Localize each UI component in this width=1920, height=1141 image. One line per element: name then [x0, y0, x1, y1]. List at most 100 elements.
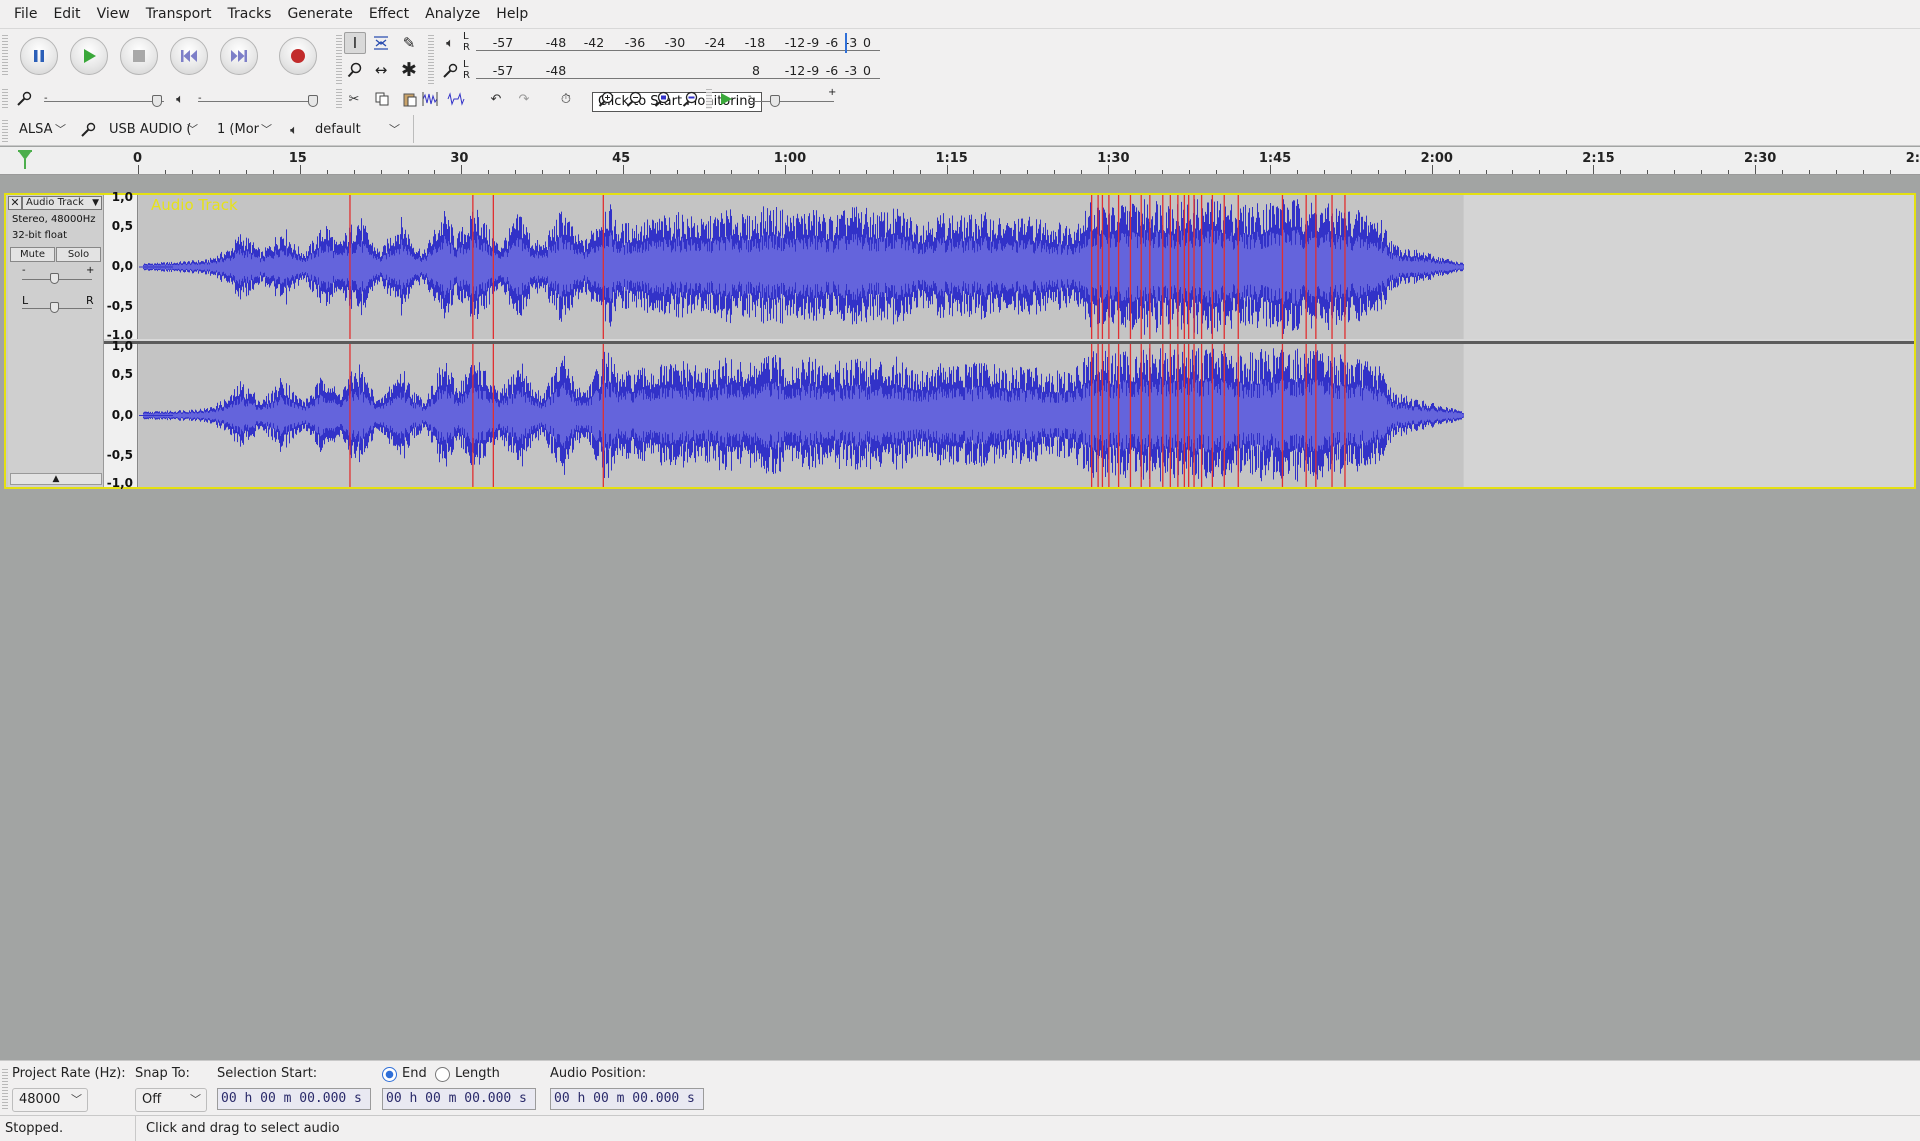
draw-tool[interactable]: ✎ — [398, 32, 420, 54]
selection-tool[interactable]: I — [344, 32, 366, 54]
record-volume-track[interactable] — [44, 101, 164, 102]
audio-track[interactable]: ✕ Audio Track ▼ Stereo, 48000Hz 32-bit f… — [4, 190, 1916, 490]
ruler-tick — [1781, 170, 1783, 174]
mixer-toolbar-grip[interactable] — [2, 87, 8, 109]
ruler-tick — [1269, 165, 1271, 174]
ruler-tick — [1539, 170, 1541, 174]
scale-label: 0,5 — [111, 367, 133, 382]
audio-position-field[interactable]: 00 h 00 m 00.000 s — [550, 1088, 704, 1110]
track-name-menu[interactable]: Audio Track ▼ — [22, 196, 102, 210]
playback-volume-track[interactable] — [198, 101, 316, 102]
ruler-label: 15 — [288, 151, 307, 166]
play-at-speed-button[interactable] — [716, 89, 736, 109]
collapse-track-button[interactable]: ▲ — [10, 473, 102, 485]
selection-start-field[interactable]: 00 h 00 m 00.000 s — [217, 1088, 371, 1110]
microphone-icon[interactable] — [440, 61, 460, 81]
pause-button[interactable] — [20, 37, 58, 75]
ruler-tick — [1377, 170, 1379, 174]
channel-1-waveform[interactable]: Audio Track — [139, 195, 1914, 339]
device-toolbar-grip[interactable] — [2, 118, 8, 142]
project-rate-label: Project Rate (Hz): — [12, 1066, 126, 1081]
record-volume-thumb[interactable] — [152, 95, 162, 107]
menu-analyze[interactable]: Analyze — [417, 6, 488, 22]
fit-selection-button[interactable] — [652, 89, 672, 109]
undo-button[interactable]: ↶ — [486, 89, 506, 109]
length-radio[interactable] — [435, 1067, 450, 1082]
zoom-in-button[interactable] — [596, 89, 616, 109]
fit-project-button[interactable] — [680, 89, 700, 109]
menu-file[interactable]: File — [6, 6, 45, 22]
meter-toolbar-grip[interactable] — [428, 33, 434, 85]
menu-tracks[interactable]: Tracks — [220, 6, 280, 22]
empty-track-region[interactable] — [1463, 195, 1914, 339]
recording-device-select[interactable]: USB AUDIO (﹀ — [102, 118, 204, 142]
record-meter-tick: -6 — [825, 63, 839, 78]
record-icon — [291, 49, 305, 63]
ruler-tick — [757, 170, 759, 174]
ruler-label: 2:15 — [1582, 151, 1615, 166]
gain-slider-thumb[interactable] — [50, 273, 59, 284]
timeline-ruler[interactable]: 0 15 30 45 1:00 1:15 1:30 1:45 2:00 2:15 2:30 2:45 — [0, 147, 1920, 175]
tools-toolbar-grip[interactable] — [336, 33, 342, 85]
ruler-tick — [1862, 170, 1864, 174]
selection-toolbar-grip[interactable] — [2, 1067, 8, 1111]
project-rate-select[interactable]: 48000 ﹀ — [12, 1088, 88, 1112]
menu-effect[interactable]: Effect — [361, 6, 417, 22]
timeline-pin-icon[interactable] — [16, 150, 34, 174]
zoom-out-button[interactable] — [624, 89, 644, 109]
recording-channels-select[interactable]: 1 (Mor ﹀ — [210, 118, 278, 142]
ruler-tick — [1000, 170, 1002, 174]
pan-slider-thumb[interactable] — [50, 302, 59, 313]
skip-to-start-button[interactable] — [170, 37, 208, 75]
zoom-tool[interactable] — [344, 59, 366, 81]
cut-button[interactable]: ✂ — [344, 89, 364, 109]
ruler-tick — [1485, 170, 1487, 174]
snap-to-select[interactable]: Off ﹀ — [135, 1088, 207, 1112]
mute-button[interactable]: Mute — [10, 247, 55, 262]
redo-button[interactable]: ↷ — [514, 89, 534, 109]
silence-button[interactable] — [446, 89, 466, 109]
channel-2-waveform[interactable] — [139, 344, 1914, 487]
edit-toolbar-grip[interactable] — [336, 87, 342, 109]
audio-host-select[interactable]: ALSA ﹀ — [12, 118, 72, 142]
skip-to-start-icon — [181, 50, 197, 62]
trim-button[interactable] — [420, 89, 440, 109]
end-radio[interactable] — [382, 1067, 397, 1082]
record-meter[interactable]: -57 -48 -12 -9 -6 -3 0 8 — [470, 60, 880, 82]
time-shift-tool[interactable]: ↔ — [370, 59, 392, 81]
speed-slider-thumb[interactable] — [770, 95, 780, 107]
selection-end-field[interactable]: 00 h 00 m 00.000 s — [382, 1088, 536, 1110]
menu-help[interactable]: Help — [488, 6, 536, 22]
paste-button[interactable] — [400, 89, 420, 109]
menu-transport[interactable]: Transport — [138, 6, 220, 22]
ruler-tick — [1108, 165, 1110, 174]
ruler-tick — [1431, 165, 1433, 174]
ruler-tick — [1054, 170, 1056, 174]
track-close-button[interactable]: ✕ — [8, 196, 22, 210]
play-at-speed-grip[interactable] — [706, 87, 712, 109]
transport-toolbar-grip[interactable] — [2, 33, 8, 77]
multi-tool[interactable]: ✱ — [398, 59, 420, 81]
menu-edit[interactable]: Edit — [45, 6, 88, 22]
copy-button[interactable] — [372, 89, 392, 109]
scale-label: 0,0 — [111, 259, 133, 273]
record-meter-tick: -12 — [784, 63, 806, 78]
playback-volume-thumb[interactable] — [308, 95, 318, 107]
playback-meter[interactable]: -57 -48 -42 -36 -30 -24 -18 -12 -9 -6 -3 0 — [470, 32, 880, 54]
ruler-label: 2:30 — [1744, 151, 1777, 166]
speed-slider-track[interactable] — [748, 101, 834, 102]
skip-to-end-button[interactable] — [220, 37, 258, 75]
empty-track-region[interactable] — [1463, 344, 1914, 487]
solo-button[interactable]: Solo — [56, 247, 101, 262]
envelope-tool[interactable] — [370, 32, 392, 54]
gain-plus: + — [86, 265, 95, 276]
playback-meter-tick: -48 — [545, 35, 567, 50]
sync-lock-button[interactable]: ⏱ — [556, 89, 576, 109]
status-hint: Click and drag to select audio — [146, 1121, 340, 1136]
menu-view[interactable]: View — [89, 6, 138, 22]
stop-button[interactable] — [120, 37, 158, 75]
record-button[interactable] — [279, 37, 317, 75]
play-button[interactable] — [70, 37, 108, 75]
playback-device-select[interactable]: default ﹀ — [308, 118, 406, 142]
menu-generate[interactable]: Generate — [279, 6, 360, 22]
